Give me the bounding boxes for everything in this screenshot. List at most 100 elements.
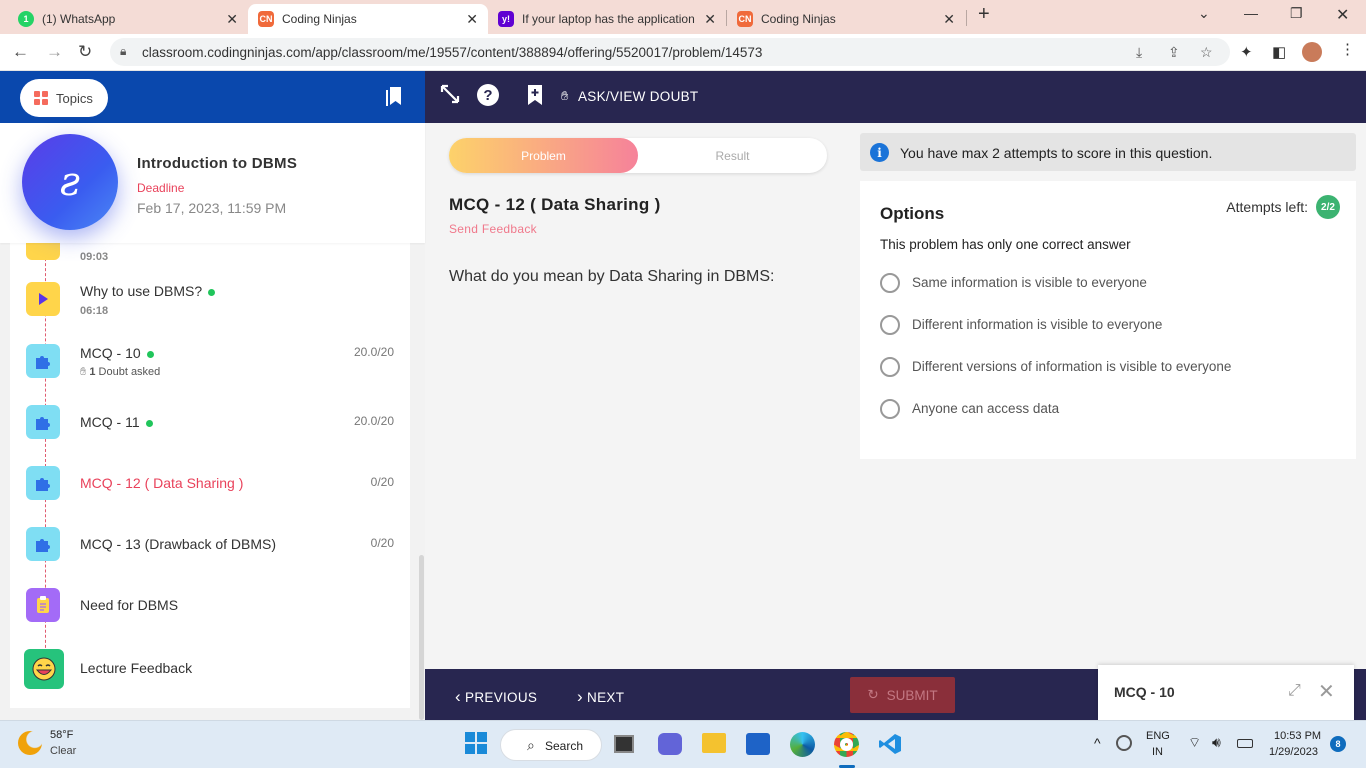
option-4[interactable]: Anyone can access data [880,399,1340,423]
option-2[interactable]: Different information is visible to ever… [880,315,1340,339]
close-window-icon[interactable]: ✕ [1336,5,1349,25]
bookmarks-icon[interactable] [386,85,404,107]
tab-title: Coding Ninjas [282,12,357,26]
language-bottom[interactable]: IN [1152,746,1163,758]
close-tab-icon[interactable]: ✕ [704,11,716,28]
notifications-badge[interactable]: 8 [1330,736,1346,752]
list-item[interactable]: MCQ - 13 (Drawback of DBMS) 0/20 [10,523,410,583]
options-card: Options Attempts left: 2/2 This problem … [860,181,1356,459]
clock-time[interactable]: 10:53 PM [1274,730,1321,742]
list-item[interactable]: Why to use DBMS? 06:18 [10,279,410,339]
grid-icon [34,91,48,105]
address-bar-row: ← → ↻ 🔒︎ classroom.codingninjas.com/app/… [0,34,1366,71]
sidebar-header: Topics [0,71,425,123]
side-panel-icon[interactable]: ◧ [1272,43,1286,61]
tab-result[interactable]: Result [638,138,827,173]
star-icon[interactable]: ☆ [1200,44,1213,61]
close-icon[interactable]: ✕ [1318,679,1335,704]
item-duration: 06:18 [80,305,109,317]
list-item[interactable]: MCQ - 10 ✋︎ 1 Doubt asked 20.0/20 [10,340,410,400]
option-1[interactable]: Same information is visible to everyone [880,273,1340,297]
popup-title: MCQ - 10 [1114,684,1175,700]
item-title: Lecture Feedback [80,660,193,676]
volume-icon[interactable]: 🔊︎ [1212,734,1221,751]
file-explorer-icon[interactable] [702,733,726,753]
bookmark-add-icon[interactable] [527,84,543,112]
doubt-info[interactable]: ✋︎ 1 Doubt asked [80,366,160,379]
tab-problem[interactable]: Problem [449,138,638,173]
profile-avatar[interactable] [1302,42,1322,62]
browser-tab-yahoo[interactable]: y! If your laptop has the application ✕ [488,4,726,34]
submit-button[interactable]: ↻ SUBMIT [850,677,955,713]
expand-icon[interactable]: ⤢ [1288,682,1301,700]
new-tab-icon[interactable]: + [978,3,990,26]
radio-button[interactable] [880,399,900,419]
edge-icon[interactable] [790,732,815,757]
minimized-doubt-popup[interactable]: MCQ - 10 ⤢ ✕ [1098,665,1354,720]
omnibox[interactable]: 🔒︎ classroom.codingninjas.com/app/classr… [110,38,1230,66]
radio-button[interactable] [880,357,900,377]
language-top[interactable]: ENG [1146,730,1170,742]
options-subheading: This problem has only one correct answer [880,237,1131,252]
ask-doubt-button[interactable]: ASK/VIEW DOUBT [578,89,698,104]
coding-ninjas-icon: CN [737,11,753,27]
yahoo-icon: y! [498,11,514,27]
browser-tab-coding-ninjas-active[interactable]: CN Coding Ninjas ✕ [248,4,488,34]
forward-icon[interactable]: → [46,42,63,62]
fullscreen-icon[interactable] [439,83,461,111]
maximize-icon[interactable]: ❐ [1290,5,1303,22]
problem-tabs: Problem Result [449,138,827,173]
topics-button[interactable]: Topics [20,79,108,117]
radio-button[interactable] [880,315,900,335]
list-item[interactable]: Lecture Feedback [10,645,410,705]
browser-tab-strip: 1 (1) WhatsApp ✕ CN Coding Ninjas ✕ y! I… [0,0,1366,34]
list-item[interactable]: Need for DBMS [10,584,410,644]
options-panel: i You have max 2 attempts to score in th… [850,123,1366,669]
close-tab-icon[interactable]: ✕ [466,11,478,28]
wifi-icon[interactable]: ⌔ [1188,734,1201,752]
search-icon: ⌕ [527,737,535,753]
sidebar-scrollbar[interactable] [419,555,424,720]
option-3[interactable]: Different versions of information is vis… [880,357,1340,381]
task-view-icon[interactable] [614,735,634,753]
back-icon[interactable]: ← [12,42,29,62]
attempts-label: Attempts left: [1226,199,1308,215]
lock-icon[interactable]: 🔒︎ [120,44,126,59]
help-icon[interactable]: ? [477,84,499,106]
url-text: classroom.codingninjas.com/app/classroom… [142,45,763,60]
battery-icon[interactable] [1237,739,1253,748]
attempts-badge: 2/2 [1316,195,1340,219]
clock-date[interactable]: 1/29/2023 [1269,746,1318,758]
extensions-icon[interactable]: ✦ [1240,43,1253,61]
chrome-icon[interactable] [834,732,859,757]
browser-tab-whatsapp[interactable]: 1 (1) WhatsApp ✕ [8,4,248,34]
moon-icon[interactable] [18,731,42,755]
reload-icon[interactable]: ↻ [78,42,92,62]
taskbar-search[interactable]: ⌕ Search [500,729,602,761]
onedrive-icon[interactable] [1116,735,1132,751]
close-tab-icon[interactable]: ✕ [943,11,955,28]
chevron-right-icon: › [577,687,583,706]
vscode-icon[interactable] [878,732,904,758]
previous-button[interactable]: ‹ PREVIOUS [455,687,537,707]
list-item[interactable]: MCQ - 11 20.0/20 [10,401,410,461]
minimize-icon[interactable]: — [1244,5,1258,21]
chrome-menu-icon[interactable]: ⋮ [1340,40,1355,58]
chevron-up-icon[interactable]: ^ [1094,735,1101,751]
video-icon [26,243,60,260]
next-button[interactable]: › NEXT [577,687,624,707]
store-icon[interactable] [746,733,770,755]
windows-start-icon[interactable] [464,731,490,757]
send-feedback-link[interactable]: Send Feedback [449,222,537,236]
browser-tab-coding-ninjas[interactable]: CN Coding Ninjas ✕ [727,4,965,34]
radio-button[interactable] [880,273,900,293]
coding-ninjas-icon: CN [258,11,274,27]
tab-search-icon[interactable]: ⌄ [1198,5,1210,22]
share-icon[interactable]: ⇪ [1168,44,1180,61]
list-item-current[interactable]: MCQ - 12 ( Data Sharing ) 0/20 [10,462,410,522]
install-icon[interactable]: ⤓ [1136,44,1142,61]
video-icon [26,282,60,316]
close-tab-icon[interactable]: ✕ [226,11,238,28]
teams-chat-icon[interactable] [658,733,682,755]
list-item[interactable]: 09:03 [10,243,410,281]
